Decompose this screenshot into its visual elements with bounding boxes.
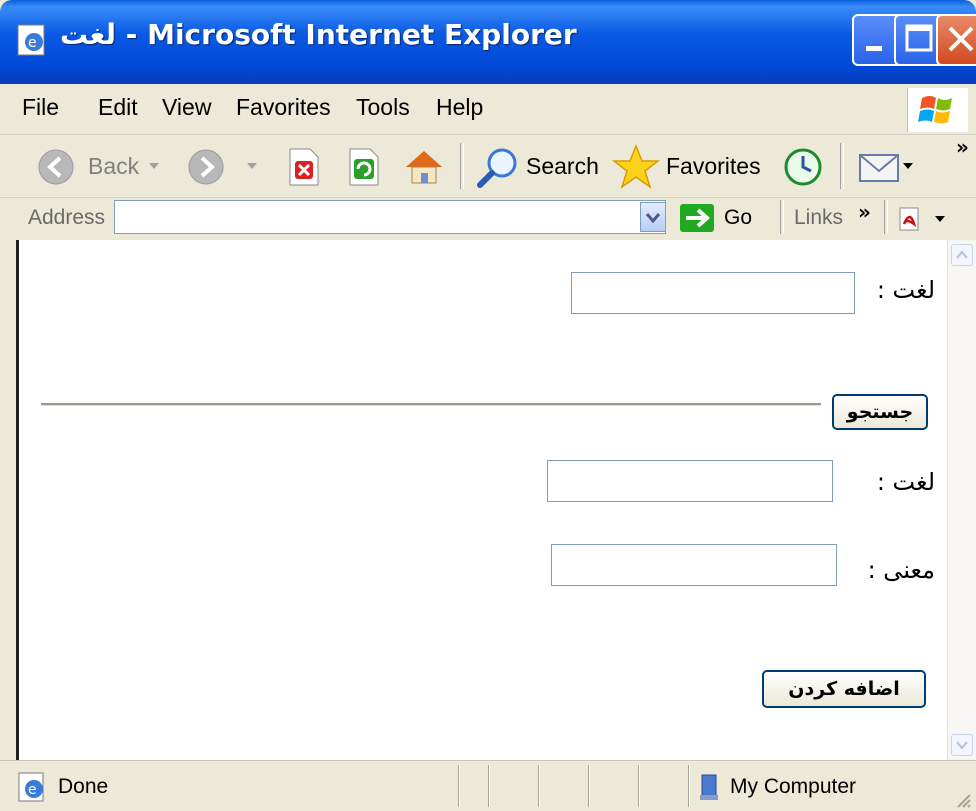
toolbar-separator — [460, 143, 464, 189]
favorites-star-icon[interactable] — [612, 143, 660, 189]
add-word-input[interactable] — [547, 460, 833, 502]
close-icon — [948, 26, 974, 52]
window-title: لغت - Microsoft Internet Explorer — [60, 18, 577, 51]
status-separator — [488, 765, 490, 807]
svg-text:e: e — [28, 782, 37, 798]
menu-view[interactable]: View — [162, 94, 211, 121]
chevron-up-icon — [956, 250, 968, 259]
status-separator — [458, 765, 460, 807]
home-icon[interactable] — [402, 145, 446, 187]
back-button-label[interactable]: Back — [88, 153, 139, 180]
menu-file[interactable]: File — [22, 94, 59, 121]
svg-text:e: e — [28, 35, 37, 51]
menu-bar: File Edit View Favorites Tools Help — [0, 84, 976, 135]
windows-flag-icon — [918, 96, 952, 124]
search-button-label[interactable]: Search — [526, 153, 599, 180]
toolbar-overflow-chevron[interactable]: » — [956, 135, 969, 159]
scroll-up-button[interactable] — [951, 244, 973, 266]
links-overflow-chevron[interactable]: » — [858, 200, 871, 224]
chevron-down-icon — [956, 741, 968, 750]
ie-window: e لغت - Microsoft Internet Explorer File… — [0, 0, 976, 811]
stop-icon[interactable] — [286, 147, 322, 187]
security-zone-text: My Computer — [730, 775, 857, 798]
back-dropdown-icon[interactable] — [148, 161, 160, 171]
status-bar: e Done My Computer — [0, 760, 976, 811]
go-button-label[interactable]: Go — [724, 206, 752, 230]
menu-edit[interactable]: Edit — [98, 94, 138, 121]
status-separator — [538, 765, 540, 807]
search-word-label: لغت : — [876, 276, 935, 304]
go-button[interactable] — [680, 204, 714, 232]
ie-page-icon: e — [17, 24, 45, 56]
mail-icon[interactable] — [856, 147, 902, 185]
page-content: لغت : جستجو لغت : معنی : اضافه کردن — [16, 240, 947, 760]
mail-dropdown-icon[interactable] — [902, 161, 914, 171]
status-text: Done — [58, 775, 109, 798]
add-word-label: لغت : — [876, 468, 935, 496]
meaning-input[interactable] — [551, 544, 837, 586]
address-separator-2 — [884, 200, 888, 234]
history-icon[interactable] — [782, 147, 824, 187]
meaning-label: معنی : — [867, 556, 935, 584]
chevron-down-icon — [645, 213, 661, 224]
refresh-icon[interactable] — [346, 147, 382, 187]
menu-favorites[interactable]: Favorites — [236, 94, 331, 121]
windows-logo — [907, 88, 968, 132]
resize-grip-icon[interactable] — [954, 791, 972, 809]
forward-arrow-icon[interactable] — [186, 147, 226, 187]
pdf-icon[interactable] — [896, 206, 926, 234]
status-separator — [688, 765, 690, 807]
menu-help[interactable]: Help — [436, 94, 483, 121]
address-input[interactable] — [114, 200, 666, 234]
address-separator — [780, 200, 784, 234]
close-button[interactable] — [936, 14, 976, 66]
status-separator — [588, 765, 590, 807]
horizontal-rule — [41, 403, 821, 406]
links-label[interactable]: Links — [794, 206, 843, 230]
standard-toolbar: Back Search Favorites » — [0, 135, 976, 198]
search-word-input[interactable] — [571, 272, 855, 314]
add-button[interactable]: اضافه کردن — [762, 670, 926, 708]
pdf-dropdown-icon[interactable] — [934, 214, 946, 224]
address-dropdown-button[interactable] — [640, 202, 666, 232]
search-button[interactable]: جستجو — [832, 394, 928, 430]
menu-tools[interactable]: Tools — [356, 94, 410, 121]
ie-page-status-icon: e — [18, 772, 44, 802]
forward-dropdown-icon[interactable] — [246, 161, 258, 171]
title-bar[interactable]: e لغت - Microsoft Internet Explorer — [0, 0, 976, 84]
status-separator — [638, 765, 640, 807]
toolbar-separator-2 — [840, 143, 844, 189]
go-arrow-icon — [686, 208, 711, 228]
favorites-button-label[interactable]: Favorites — [666, 153, 761, 180]
scroll-down-button[interactable] — [951, 734, 973, 756]
address-label: Address — [28, 206, 106, 229]
my-computer-icon — [700, 774, 718, 800]
vertical-scrollbar[interactable] — [947, 240, 976, 760]
back-arrow-icon[interactable] — [36, 147, 76, 187]
address-bar: Address Go Links » — [0, 198, 976, 238]
search-icon[interactable] — [474, 145, 520, 189]
